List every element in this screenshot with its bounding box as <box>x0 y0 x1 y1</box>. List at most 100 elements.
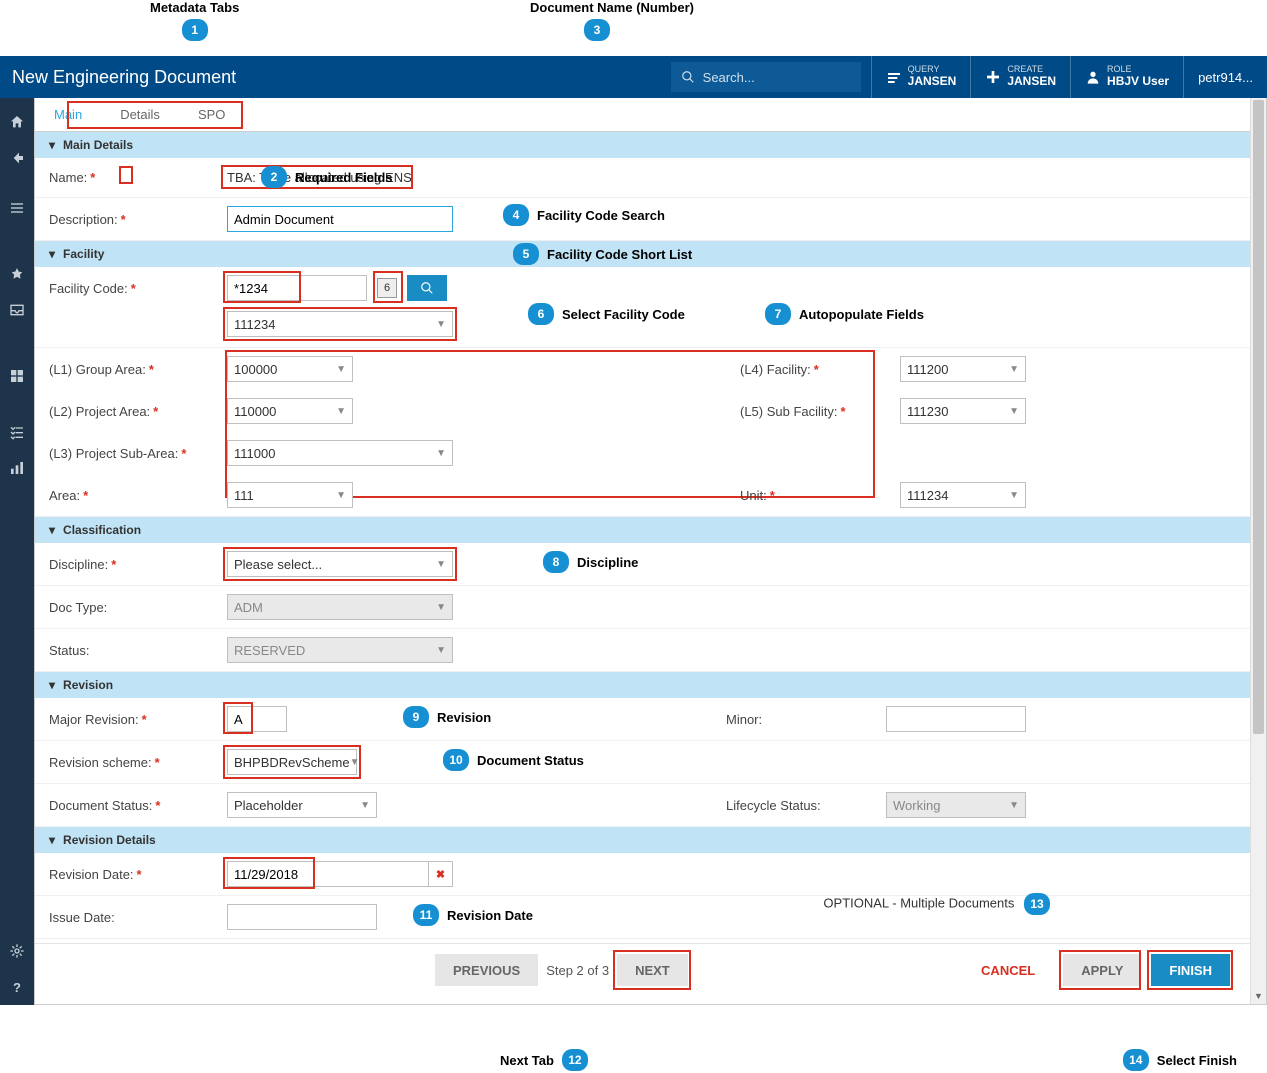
input-facility-search[interactable] <box>227 275 367 301</box>
select-discipline[interactable]: Please select...▼ <box>227 551 453 577</box>
topbar-query[interactable]: QUERY JANSEN <box>871 56 971 98</box>
sidebar-back[interactable] <box>0 140 34 176</box>
sidebar-inbox[interactable] <box>0 292 34 328</box>
section-facility[interactable]: ▾ Facility 5 Facility Code Short List <box>35 241 1250 267</box>
clear-date-button[interactable]: ✖ <box>429 861 453 887</box>
callout-4: 4 Facility Code Search <box>503 204 665 226</box>
sidebar-tasks[interactable] <box>0 414 34 450</box>
row-doc-status: Document Status:* Placeholder▼ Lifecycle… <box>35 784 1250 827</box>
search-input[interactable] <box>703 70 843 85</box>
topbar-role[interactable]: ROLE HBJV User <box>1070 56 1183 98</box>
row-issue-date: Issue Date: 11 Revision Date <box>35 896 1250 939</box>
chevron-down-icon: ▼ <box>1009 364 1019 375</box>
input-description[interactable] <box>227 206 453 232</box>
cancel-button[interactable]: CANCEL <box>963 954 1053 986</box>
topbar-create[interactable]: CREATE JANSEN <box>970 56 1070 98</box>
select-l2[interactable]: 110000▼ <box>227 398 353 424</box>
input-major-rev[interactable] <box>227 706 287 732</box>
sidebar-list[interactable] <box>0 190 34 226</box>
facility-result-count: 6 <box>377 278 397 298</box>
row-rev-date: Revision Date:* ✖ OPTIONAL - Multiple Do… <box>35 853 1250 896</box>
scrollbar[interactable]: ▼ <box>1250 98 1266 1004</box>
sidebar-help[interactable]: ? <box>0 969 34 1005</box>
global-search[interactable] <box>671 62 861 92</box>
callout-11: 11 Revision Date <box>413 904 533 926</box>
caret-down-icon: ▾ <box>49 833 55 847</box>
callout-14: 14 Select Finish <box>1123 1049 1237 1071</box>
callout-9: 9 Revision <box>403 706 491 728</box>
tab-main[interactable]: Main <box>35 98 101 131</box>
select-l3[interactable]: 111000▼ <box>227 440 453 466</box>
row-discipline: Discipline:* Please select...▼ 8 Discipl… <box>35 543 1250 586</box>
next-button[interactable]: NEXT <box>617 954 688 986</box>
callout-8: 8 Discipline <box>543 551 638 573</box>
row-major-rev: Major Revision:* 9 Revision Minor: <box>35 698 1250 741</box>
section-revision[interactable]: ▾ Revision <box>35 672 1250 698</box>
select-area[interactable]: 111▼ <box>227 482 353 508</box>
select-doc-type: ADM▼ <box>227 594 453 620</box>
tab-details[interactable]: Details <box>101 98 179 131</box>
tab-spo[interactable]: SPO <box>179 98 244 131</box>
sidebar-chart[interactable] <box>0 450 34 486</box>
input-rev-date[interactable] <box>227 861 429 887</box>
scrollbar-thumb[interactable] <box>1253 100 1264 734</box>
sidebar-pin[interactable] <box>0 256 34 292</box>
label-description: Description: <box>49 212 118 227</box>
sidebar-grid[interactable] <box>0 358 34 394</box>
sidebar-settings[interactable] <box>0 933 34 969</box>
row-l2: (L2) Project Area:* 110000▼ (L5) Sub Fac… <box>35 390 1250 432</box>
scrollbar-down[interactable]: ▼ <box>1251 988 1266 1004</box>
previous-button[interactable]: PREVIOUS <box>435 954 538 986</box>
select-l1[interactable]: 100000▼ <box>227 356 353 382</box>
plus-icon <box>985 69 1001 85</box>
user-icon <box>1085 69 1101 85</box>
content: ▼ Main Details SPO ▾ Main Details Na <box>34 98 1267 1005</box>
value-name: TBA: To be allocated using ENS <box>227 170 412 185</box>
section-classification[interactable]: ▾ Classification <box>35 517 1250 543</box>
row-area: Area:* 111▼ Unit:* 111234▼ <box>35 474 1250 517</box>
row-l1: (L1) Group Area:* 100000▼ (L4) Facility:… <box>35 348 1250 390</box>
gear-icon <box>9 943 25 959</box>
caret-down-icon: ▾ <box>49 678 55 692</box>
input-minor[interactable] <box>886 706 1026 732</box>
facility-search-button[interactable] <box>407 275 447 301</box>
select-unit[interactable]: 111234▼ <box>900 482 1026 508</box>
inbox-icon <box>9 302 25 318</box>
highlight-name-req <box>119 166 133 184</box>
sidebar-home[interactable] <box>0 104 34 140</box>
search-icon <box>420 281 434 295</box>
select-l5[interactable]: 111230▼ <box>900 398 1026 424</box>
apply-button[interactable]: APPLY <box>1063 954 1141 986</box>
query-icon <box>886 69 902 85</box>
finish-button[interactable]: FINISH <box>1151 954 1230 986</box>
search-icon <box>681 70 695 84</box>
row-l3: (L3) Project Sub-Area:* 111000▼ <box>35 432 1250 474</box>
chevron-down-icon: ▼ <box>336 406 346 417</box>
select-status: RESERVED▼ <box>227 637 453 663</box>
chevron-down-icon: ▼ <box>436 602 446 613</box>
select-facility-code[interactable]: 111234 ▼ <box>227 311 453 337</box>
sidebar: ? <box>0 98 34 1005</box>
chevron-down-icon: ▼ <box>336 364 346 375</box>
input-issue-date[interactable] <box>227 904 377 930</box>
caret-down-icon: ▾ <box>49 247 55 261</box>
row-doc-type: Doc Type: ADM▼ <box>35 586 1250 629</box>
tab-row: Main Details SPO <box>35 98 1250 132</box>
select-l4[interactable]: 111200▼ <box>900 356 1026 382</box>
footer-bar: PREVIOUS Step 2 of 3 NEXT CANCEL APPLY F… <box>35 943 1250 1004</box>
arrow-left-icon <box>9 150 25 166</box>
main-area: ? ▼ Main Details SPO ▾ Main Details <box>0 98 1267 1005</box>
chart-icon <box>9 460 25 476</box>
select-doc-status[interactable]: Placeholder▼ <box>227 792 377 818</box>
chevron-down-icon: ▼ <box>350 757 360 768</box>
section-main-details[interactable]: ▾ Main Details <box>35 132 1250 158</box>
home-icon <box>9 114 25 130</box>
row-description: Description: * 4 Facility Code Search <box>35 198 1250 241</box>
section-revision-details[interactable]: ▾ Revision Details <box>35 827 1250 853</box>
grid-icon <box>9 368 25 384</box>
topbar-user[interactable]: petr914... <box>1183 56 1267 98</box>
chevron-down-icon: ▼ <box>436 448 446 459</box>
chevron-down-icon: ▼ <box>1009 406 1019 417</box>
row-rev-scheme: Revision scheme:* BHPBDRevScheme▼ 10 Doc… <box>35 741 1250 784</box>
select-rev-scheme[interactable]: BHPBDRevScheme▼ <box>227 749 357 775</box>
